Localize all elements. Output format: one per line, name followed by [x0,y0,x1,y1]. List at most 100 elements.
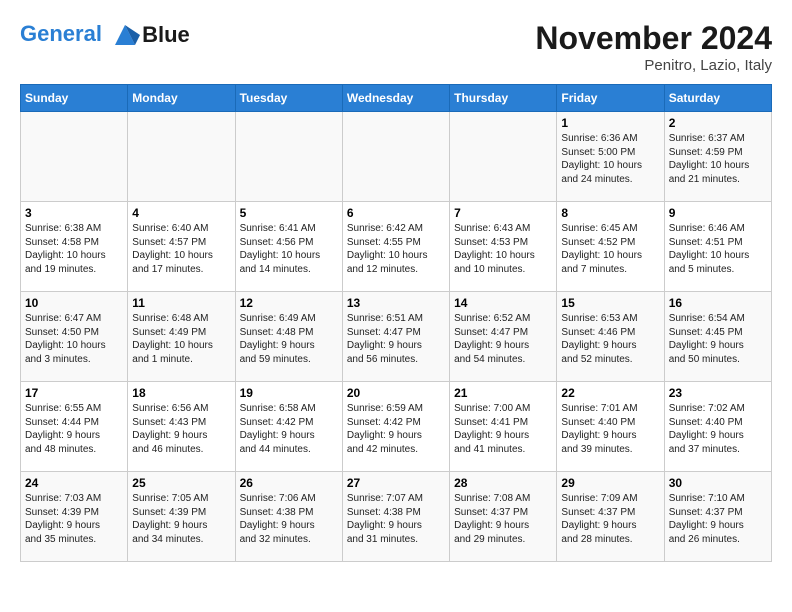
day-number: 28 [454,476,552,490]
day-info: Sunrise: 6:54 AM Sunset: 4:45 PM Dayligh… [669,312,767,366]
day-info: Sunrise: 6:56 AM Sunset: 4:43 PM Dayligh… [132,402,230,456]
day-cell: 17 Sunrise: 6:55 AM Sunset: 4:44 PM Dayli… [21,382,128,472]
day-number: 2 [669,116,767,130]
logo-icon [110,20,140,50]
title-area: November 2024 Penitro, Lazio, Italy [535,20,772,74]
header-tuesday: Tuesday [235,85,342,112]
day-number: 27 [347,476,445,490]
day-number: 21 [454,386,552,400]
calendar-body: 1 Sunrise: 6:36 AM Sunset: 5:00 PM Daylig… [21,112,772,562]
day-cell: 25 Sunrise: 7:05 AM Sunset: 4:39 PM Dayli… [128,472,235,562]
day-cell: 10 Sunrise: 6:47 AM Sunset: 4:50 PM Dayli… [21,292,128,382]
day-info: Sunrise: 6:40 AM Sunset: 4:57 PM Dayligh… [132,222,230,276]
day-cell: 27 Sunrise: 7:07 AM Sunset: 4:38 PM Dayli… [342,472,449,562]
day-number: 17 [25,386,123,400]
header: General Blue November 2024 Penitro, Lazi… [20,20,772,74]
day-info: Sunrise: 6:46 AM Sunset: 4:51 PM Dayligh… [669,222,767,276]
day-info: Sunrise: 6:36 AM Sunset: 5:00 PM Dayligh… [561,132,659,186]
day-cell [235,112,342,202]
day-cell: 26 Sunrise: 7:06 AM Sunset: 4:38 PM Dayli… [235,472,342,562]
day-number: 26 [240,476,338,490]
day-info: Sunrise: 6:55 AM Sunset: 4:44 PM Dayligh… [25,402,123,456]
day-number: 22 [561,386,659,400]
day-cell: 12 Sunrise: 6:49 AM Sunset: 4:48 PM Dayli… [235,292,342,382]
day-cell [21,112,128,202]
header-friday: Friday [557,85,664,112]
day-cell: 13 Sunrise: 6:51 AM Sunset: 4:47 PM Dayli… [342,292,449,382]
day-info: Sunrise: 7:08 AM Sunset: 4:37 PM Dayligh… [454,492,552,546]
day-number: 14 [454,296,552,310]
day-info: Sunrise: 6:53 AM Sunset: 4:46 PM Dayligh… [561,312,659,366]
day-info: Sunrise: 7:09 AM Sunset: 4:37 PM Dayligh… [561,492,659,546]
day-number: 7 [454,206,552,220]
day-cell: 21 Sunrise: 7:00 AM Sunset: 4:41 PM Dayli… [450,382,557,472]
day-cell: 8 Sunrise: 6:45 AM Sunset: 4:52 PM Daylig… [557,202,664,292]
day-info: Sunrise: 7:06 AM Sunset: 4:38 PM Dayligh… [240,492,338,546]
day-number: 9 [669,206,767,220]
calendar-header-row: SundayMondayTuesdayWednesdayThursdayFrid… [21,85,772,112]
day-cell: 16 Sunrise: 6:54 AM Sunset: 4:45 PM Dayli… [664,292,771,382]
day-number: 3 [25,206,123,220]
day-number: 20 [347,386,445,400]
day-info: Sunrise: 7:10 AM Sunset: 4:37 PM Dayligh… [669,492,767,546]
day-cell: 28 Sunrise: 7:08 AM Sunset: 4:37 PM Dayli… [450,472,557,562]
day-number: 5 [240,206,338,220]
day-info: Sunrise: 7:01 AM Sunset: 4:40 PM Dayligh… [561,402,659,456]
day-number: 19 [240,386,338,400]
day-number: 18 [132,386,230,400]
day-info: Sunrise: 6:45 AM Sunset: 4:52 PM Dayligh… [561,222,659,276]
week-row-1: 3 Sunrise: 6:38 AM Sunset: 4:58 PM Daylig… [21,202,772,292]
day-info: Sunrise: 6:38 AM Sunset: 4:58 PM Dayligh… [25,222,123,276]
day-cell: 7 Sunrise: 6:43 AM Sunset: 4:53 PM Daylig… [450,202,557,292]
day-number: 29 [561,476,659,490]
day-cell: 22 Sunrise: 7:01 AM Sunset: 4:40 PM Dayli… [557,382,664,472]
day-cell: 1 Sunrise: 6:36 AM Sunset: 5:00 PM Daylig… [557,112,664,202]
day-cell: 9 Sunrise: 6:46 AM Sunset: 4:51 PM Daylig… [664,202,771,292]
day-cell: 14Sunrise: 6:52 AM Sunset: 4:47 PM Dayli… [450,292,557,382]
day-number: 25 [132,476,230,490]
week-row-0: 1 Sunrise: 6:36 AM Sunset: 5:00 PM Daylig… [21,112,772,202]
header-sunday: Sunday [21,85,128,112]
day-cell: 4 Sunrise: 6:40 AM Sunset: 4:57 PM Daylig… [128,202,235,292]
day-info: Sunrise: 6:43 AM Sunset: 4:53 PM Dayligh… [454,222,552,276]
day-cell: 3 Sunrise: 6:38 AM Sunset: 4:58 PM Daylig… [21,202,128,292]
day-number: 23 [669,386,767,400]
day-cell: 30Sunrise: 7:10 AM Sunset: 4:37 PM Dayli… [664,472,771,562]
day-info: Sunrise: 6:51 AM Sunset: 4:47 PM Dayligh… [347,312,445,366]
week-row-2: 10 Sunrise: 6:47 AM Sunset: 4:50 PM Dayli… [21,292,772,382]
day-number: 13 [347,296,445,310]
header-thursday: Thursday [450,85,557,112]
day-number: 8 [561,206,659,220]
logo-blue: Blue [142,22,190,48]
day-cell: 24Sunrise: 7:03 AM Sunset: 4:39 PM Dayli… [21,472,128,562]
day-number: 16 [669,296,767,310]
header-monday: Monday [128,85,235,112]
day-info: Sunrise: 6:58 AM Sunset: 4:42 PM Dayligh… [240,402,338,456]
day-cell [450,112,557,202]
day-cell: 20 Sunrise: 6:59 AM Sunset: 4:42 PM Dayli… [342,382,449,472]
day-info: Sunrise: 6:59 AM Sunset: 4:42 PM Dayligh… [347,402,445,456]
day-info: Sunrise: 6:47 AM Sunset: 4:50 PM Dayligh… [25,312,123,366]
day-number: 11 [132,296,230,310]
day-cell: 18 Sunrise: 6:56 AM Sunset: 4:43 PM Dayli… [128,382,235,472]
day-number: 4 [132,206,230,220]
day-number: 10 [25,296,123,310]
day-info: Sunrise: 6:48 AM Sunset: 4:49 PM Dayligh… [132,312,230,366]
logo-general: General [20,21,102,46]
day-info: Sunrise: 7:00 AM Sunset: 4:41 PM Dayligh… [454,402,552,456]
day-info: Sunrise: 6:42 AM Sunset: 4:55 PM Dayligh… [347,222,445,276]
day-cell: 15Sunrise: 6:53 AM Sunset: 4:46 PM Dayli… [557,292,664,382]
day-info: Sunrise: 7:07 AM Sunset: 4:38 PM Dayligh… [347,492,445,546]
day-info: Sunrise: 7:05 AM Sunset: 4:39 PM Dayligh… [132,492,230,546]
day-cell: 19 Sunrise: 6:58 AM Sunset: 4:42 PM Dayli… [235,382,342,472]
day-cell: 6Sunrise: 6:42 AM Sunset: 4:55 PM Daylig… [342,202,449,292]
day-info: Sunrise: 6:49 AM Sunset: 4:48 PM Dayligh… [240,312,338,366]
day-info: Sunrise: 7:02 AM Sunset: 4:40 PM Dayligh… [669,402,767,456]
day-cell [342,112,449,202]
day-info: Sunrise: 6:41 AM Sunset: 4:56 PM Dayligh… [240,222,338,276]
day-number: 1 [561,116,659,130]
header-saturday: Saturday [664,85,771,112]
day-info: Sunrise: 7:03 AM Sunset: 4:39 PM Dayligh… [25,492,123,546]
day-cell: 29 Sunrise: 7:09 AM Sunset: 4:37 PM Dayli… [557,472,664,562]
day-number: 12 [240,296,338,310]
